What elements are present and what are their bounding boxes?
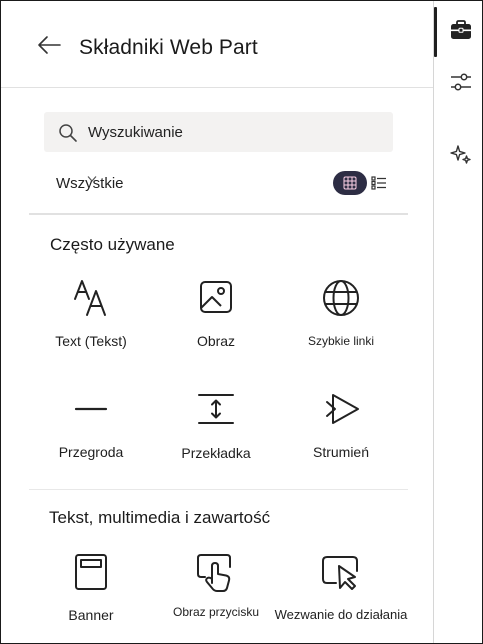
back-button[interactable] (33, 29, 65, 61)
image-button-icon (197, 554, 231, 592)
section-title-media: Tekst, multimedia i zawartość (49, 508, 271, 527)
webpart-stream[interactable]: Strumień (276, 389, 406, 489)
section-divider (29, 213, 408, 215)
view-toggle (333, 171, 391, 195)
webpart-image[interactable]: Obraz (151, 277, 281, 377)
webpart-divider[interactable]: Przegroda (26, 389, 156, 489)
webpart-quick-links[interactable]: Szybkie linki (276, 277, 406, 377)
page-title: Składniki Web Part (79, 36, 258, 59)
toolbox-icon (451, 20, 471, 39)
webpart-text[interactable]: Text (Tekst) (26, 277, 156, 377)
list-view-button[interactable] (369, 173, 389, 193)
chevron-down-icon (87, 176, 97, 182)
webpart-banner[interactable]: Banner (26, 551, 156, 643)
settings-sliders-icon (451, 73, 471, 91)
arrow-left-icon (38, 36, 61, 54)
right-rail (433, 1, 482, 643)
search-icon (59, 124, 77, 142)
webpart-label: Wezwanie do działania (274, 607, 408, 622)
globe-icon (323, 280, 359, 316)
image-icon (200, 281, 232, 313)
design-ideas-button[interactable] (444, 137, 478, 171)
webpart-call-to-action[interactable]: Wezwanie do działania (275, 551, 407, 643)
grid-icon (343, 176, 357, 190)
panel-header: Składniki Web Part (1, 1, 433, 88)
search-input[interactable] (88, 121, 378, 143)
webpart-spacer[interactable]: Przekładka (151, 389, 281, 489)
list-icon (371, 176, 386, 190)
rail-selection-indicator (434, 7, 437, 57)
section-divider (29, 489, 408, 490)
text-icon (74, 280, 106, 316)
settings-button[interactable] (444, 65, 478, 99)
section-title-frequent: Często używane (50, 235, 175, 254)
banner-icon (75, 554, 107, 590)
webpart-label: Strumień (312, 444, 370, 460)
webpart-label: Szybkie linki (307, 334, 375, 348)
sparkle-icon (450, 145, 471, 164)
webpart-image-button[interactable]: Obraz przycisku (151, 551, 281, 643)
search-box[interactable] (44, 112, 393, 152)
webparts-panel: Składniki Web Part Wszystkie (1, 1, 433, 643)
divider-icon (74, 407, 108, 411)
call-to-action-icon (322, 556, 358, 590)
stream-icon (326, 394, 359, 424)
spacer-icon (198, 394, 234, 424)
toolbox-button[interactable] (444, 13, 478, 47)
grid-view-button[interactable] (333, 171, 367, 195)
webparts-window: Składniki Web Part Wszystkie (0, 0, 483, 644)
